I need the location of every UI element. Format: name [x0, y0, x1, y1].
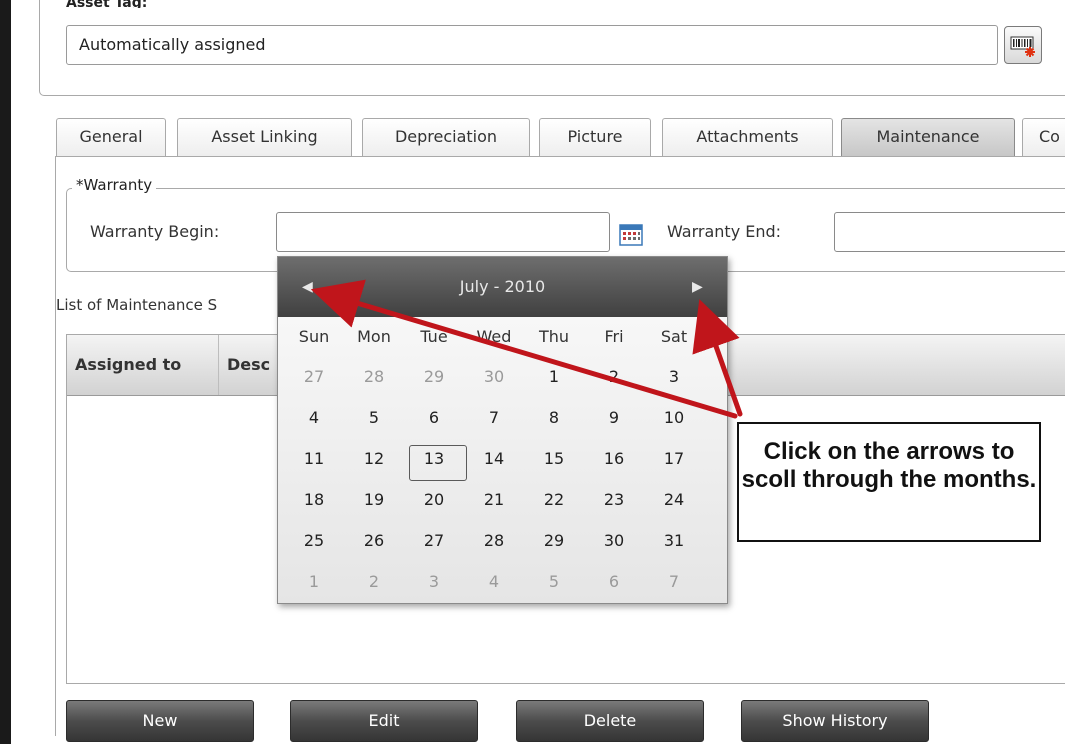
arrow-to-prev-month: [310, 279, 738, 419]
annotation-arrows: [310, 279, 743, 419]
annotation-callout: Click on the arrows to scoll through the…: [737, 422, 1041, 542]
arrow-to-next-month: [692, 299, 743, 417]
